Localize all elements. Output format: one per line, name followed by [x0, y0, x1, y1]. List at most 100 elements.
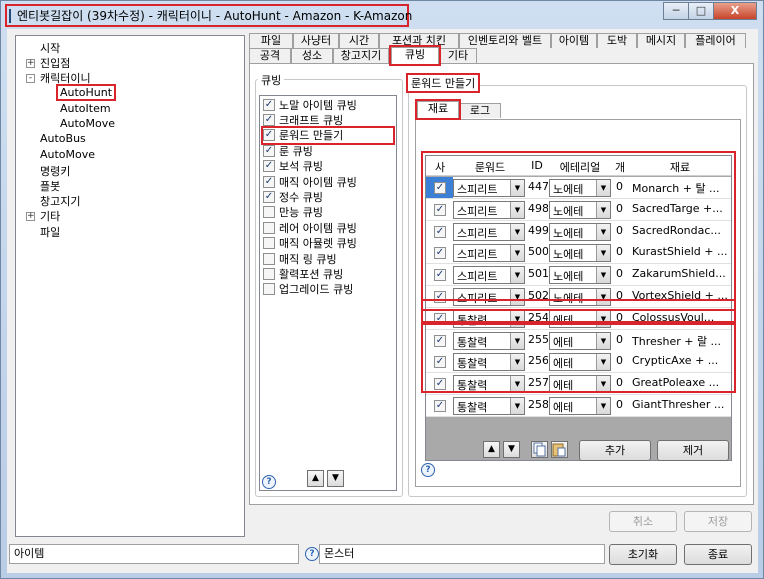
add-button[interactable]: 추가 — [579, 440, 651, 461]
checkbox[interactable] — [263, 160, 275, 173]
tab-shrine[interactable]: 성소 — [291, 48, 333, 63]
table-row[interactable]: 통찰력 ▼ 254 에테 ▼ 0 ColossusVoul... — [426, 307, 731, 330]
tree-item-automove-sub[interactable]: AutoMove — [60, 117, 115, 130]
ethereal-combo[interactable]: 노에테 ▼ — [549, 179, 611, 197]
tab-file[interactable]: 파일 — [249, 33, 293, 48]
help-icon[interactable]: ? — [305, 547, 319, 561]
runeword-combo[interactable]: 스피리트 ▼ — [453, 200, 525, 219]
table-row[interactable]: 스피리트 ▼ 499 노에테 ▼ 0 SacredRondac... — [426, 220, 731, 243]
checkbox[interactable] — [263, 113, 275, 126]
chevron-down-icon[interactable]: ▼ — [510, 289, 524, 305]
checkbox[interactable] — [263, 190, 275, 203]
row-checkbox[interactable] — [434, 247, 446, 260]
tab-etc[interactable]: 기타 — [439, 48, 477, 63]
chevron-down-icon[interactable]: ▼ — [596, 245, 610, 262]
close-window-button[interactable]: X — [713, 2, 757, 20]
chevron-down-icon[interactable]: ▼ — [510, 398, 524, 414]
row-checkbox[interactable] — [434, 225, 446, 238]
chevron-down-icon[interactable]: ▼ — [510, 332, 524, 349]
tree-item-entry[interactable]: 진입점 — [40, 55, 70, 71]
row-checkbox[interactable] — [434, 378, 446, 391]
ethereal-combo[interactable]: 노에테 ▼ — [549, 200, 611, 219]
ethereal-combo[interactable]: 에테 ▼ — [549, 353, 611, 372]
checkbox[interactable] — [263, 237, 275, 250]
move-up-button[interactable]: ▲ — [307, 470, 324, 487]
cubing-option[interactable]: 크래프트 큐빙 — [263, 112, 343, 127]
tab-item[interactable]: 아이템 — [551, 33, 597, 48]
tree-item-autobus[interactable]: AutoBus — [40, 132, 86, 145]
tab-cubing[interactable]: 큐빙 — [389, 45, 441, 66]
checkbox[interactable] — [263, 267, 275, 280]
cubing-option[interactable]: 활력포션 큐빙 — [263, 266, 343, 281]
title-bar[interactable]: 엔티봇길잡이 (39차수정) - 캐릭터이니 - AutoHunt - Amaz… — [1, 1, 763, 28]
chevron-down-icon[interactable]: ▼ — [596, 354, 610, 371]
row-down-button[interactable]: ▼ — [503, 441, 520, 458]
cubing-option[interactable]: 보석 큐빙 — [263, 159, 323, 174]
row-checkbox[interactable] — [434, 312, 446, 325]
col-use[interactable]: 사 — [430, 159, 450, 175]
remove-button[interactable]: 제거 — [657, 440, 729, 461]
runeword-combo[interactable]: 스피리트 ▼ — [453, 266, 525, 285]
runeword-combo[interactable]: 통찰력 ▼ — [453, 375, 525, 394]
tab-stash[interactable]: 창고지기 — [333, 48, 389, 63]
cubing-option[interactable]: 룬 큐빙 — [263, 143, 313, 158]
help-icon[interactable]: ? — [421, 463, 435, 477]
tab-log[interactable]: 로그 — [459, 103, 501, 118]
chevron-down-icon[interactable]: ▼ — [510, 201, 524, 218]
runeword-combo[interactable]: 통찰력 ▼ — [453, 309, 525, 328]
col-count[interactable]: 개 — [612, 159, 628, 175]
ethereal-combo[interactable]: 노에테 ▼ — [549, 222, 611, 241]
chevron-down-icon[interactable]: ▼ — [510, 223, 524, 240]
chevron-down-icon[interactable]: ▼ — [596, 398, 610, 414]
chevron-down-icon[interactable]: ▼ — [596, 267, 610, 284]
ethereal-combo[interactable]: 에테 ▼ — [549, 309, 611, 328]
settings-tree[interactable]: 시작 + 진입점 - 캐릭터이니 AutoHunt AutoItem AutoM… — [15, 35, 245, 537]
table-row[interactable]: 통찰력 ▼ 257 에테 ▼ 0 GreatPoleaxe ... — [426, 373, 731, 396]
reset-button[interactable]: 초기화 — [609, 544, 677, 565]
chevron-down-icon[interactable]: ▼ — [510, 354, 524, 371]
cubing-option[interactable]: 룬워드 만들기 — [261, 125, 395, 145]
row-checkbox[interactable] — [434, 269, 446, 282]
col-material[interactable]: 재료 — [630, 159, 730, 175]
help-icon[interactable]: ? — [262, 475, 276, 489]
cubing-option[interactable]: 정수 큐빙 — [263, 189, 323, 204]
chevron-down-icon[interactable]: ▼ — [596, 201, 610, 218]
cubing-option[interactable]: 레어 아이템 큐빙 — [263, 220, 357, 235]
checkbox[interactable] — [263, 98, 275, 111]
table-row[interactable]: 통찰력 ▼ 258 에테 ▼ 0 GiantThresher ... — [426, 395, 731, 417]
checkbox[interactable] — [263, 283, 275, 296]
expand-icon[interactable]: + — [26, 59, 35, 68]
checkbox[interactable] — [263, 252, 275, 265]
table-row[interactable]: 스피리트 ▼ 498 노에테 ▼ 0 SacredTarge +... — [426, 198, 731, 221]
chevron-down-icon[interactable]: ▼ — [596, 332, 610, 349]
runeword-combo[interactable]: 통찰력 ▼ — [453, 397, 525, 415]
tab-hunting-ground[interactable]: 사냥터 — [293, 33, 339, 48]
paste-icon[interactable] — [551, 441, 568, 458]
ethereal-combo[interactable]: 노에테 ▼ — [549, 266, 611, 285]
cubing-option[interactable]: 매직 링 큐빙 — [263, 251, 337, 266]
chevron-down-icon[interactable]: ▼ — [596, 376, 610, 393]
runeword-combo[interactable]: 통찰력 ▼ — [453, 353, 525, 372]
collapse-icon[interactable]: - — [26, 74, 35, 83]
runeword-combo[interactable]: 통찰력 ▼ — [453, 331, 525, 350]
row-up-button[interactable]: ▲ — [483, 441, 500, 458]
row-checkbox[interactable] — [434, 203, 446, 216]
chevron-down-icon[interactable]: ▼ — [510, 267, 524, 284]
row-checkbox[interactable] — [434, 400, 446, 412]
tab-time[interactable]: 시간 — [339, 33, 379, 48]
tree-item-file[interactable]: 파일 — [40, 224, 60, 240]
table-row[interactable]: 스피리트 ▼ 500 노에테 ▼ 0 KurastShield + ... — [426, 242, 731, 265]
col-id[interactable]: ID — [526, 159, 548, 172]
tab-message[interactable]: 메시지 — [637, 33, 685, 48]
ethereal-combo[interactable]: 노에테 ▼ — [549, 288, 611, 306]
cubing-option[interactable]: 노말 아이템 큐빙 — [263, 97, 357, 112]
ethereal-combo[interactable]: 에테 ▼ — [549, 331, 611, 350]
col-ethereal[interactable]: 에테리얼 — [548, 159, 612, 175]
table-row[interactable]: 스피리트 ▼ 501 노에테 ▼ 0 ZakarumShield... — [426, 264, 731, 287]
row-checkbox[interactable] — [434, 356, 446, 369]
checkbox[interactable] — [263, 144, 275, 157]
cubing-option[interactable]: 만능 큐빙 — [263, 205, 323, 220]
chevron-down-icon[interactable]: ▼ — [510, 310, 524, 327]
tab-materials[interactable]: 재료 — [415, 99, 461, 120]
col-runeword[interactable]: 룬워드 — [454, 159, 526, 175]
